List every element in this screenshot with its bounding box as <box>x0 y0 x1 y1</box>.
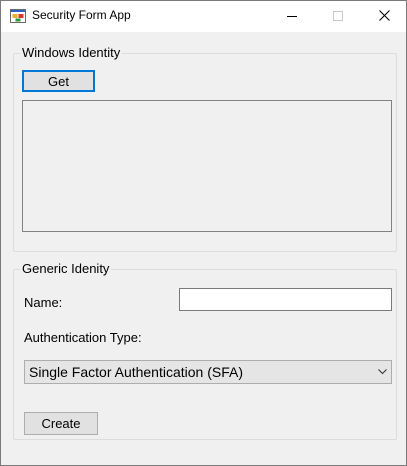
windows-identity-output[interactable] <box>22 100 392 232</box>
chevron-down-icon <box>373 361 391 383</box>
minimize-icon <box>287 8 297 26</box>
maximize-button <box>315 1 361 32</box>
name-label: Name: <box>24 295 63 310</box>
auth-type-selected: Single Factor Authentication (SFA) <box>29 364 243 380</box>
title-bar[interactable]: Security Form App <box>1 1 406 32</box>
close-icon <box>378 8 390 26</box>
minimize-button[interactable] <box>269 1 315 32</box>
create-button[interactable]: Create <box>24 412 98 435</box>
client-area: Windows Identity Get Generic Idenity Nam… <box>1 32 406 465</box>
maximize-icon <box>333 8 343 26</box>
window-title: Security Form App <box>32 8 131 22</box>
close-button[interactable] <box>361 1 407 32</box>
generic-identity-group: Generic Idenity Name: Authentication Typ… <box>13 261 397 440</box>
app-icon <box>10 9 26 23</box>
name-field[interactable] <box>179 288 392 311</box>
windows-identity-legend: Windows Identity <box>20 45 123 61</box>
windows-identity-group: Windows Identity Get <box>13 45 397 252</box>
generic-identity-legend: Generic Idenity <box>20 261 112 277</box>
auth-type-label: Authentication Type: <box>24 330 142 345</box>
get-button[interactable]: Get <box>22 70 95 92</box>
app-window: Security Form App Windows Identity Get G… <box>0 0 407 466</box>
auth-type-select[interactable]: Single Factor Authentication (SFA) <box>24 360 392 384</box>
